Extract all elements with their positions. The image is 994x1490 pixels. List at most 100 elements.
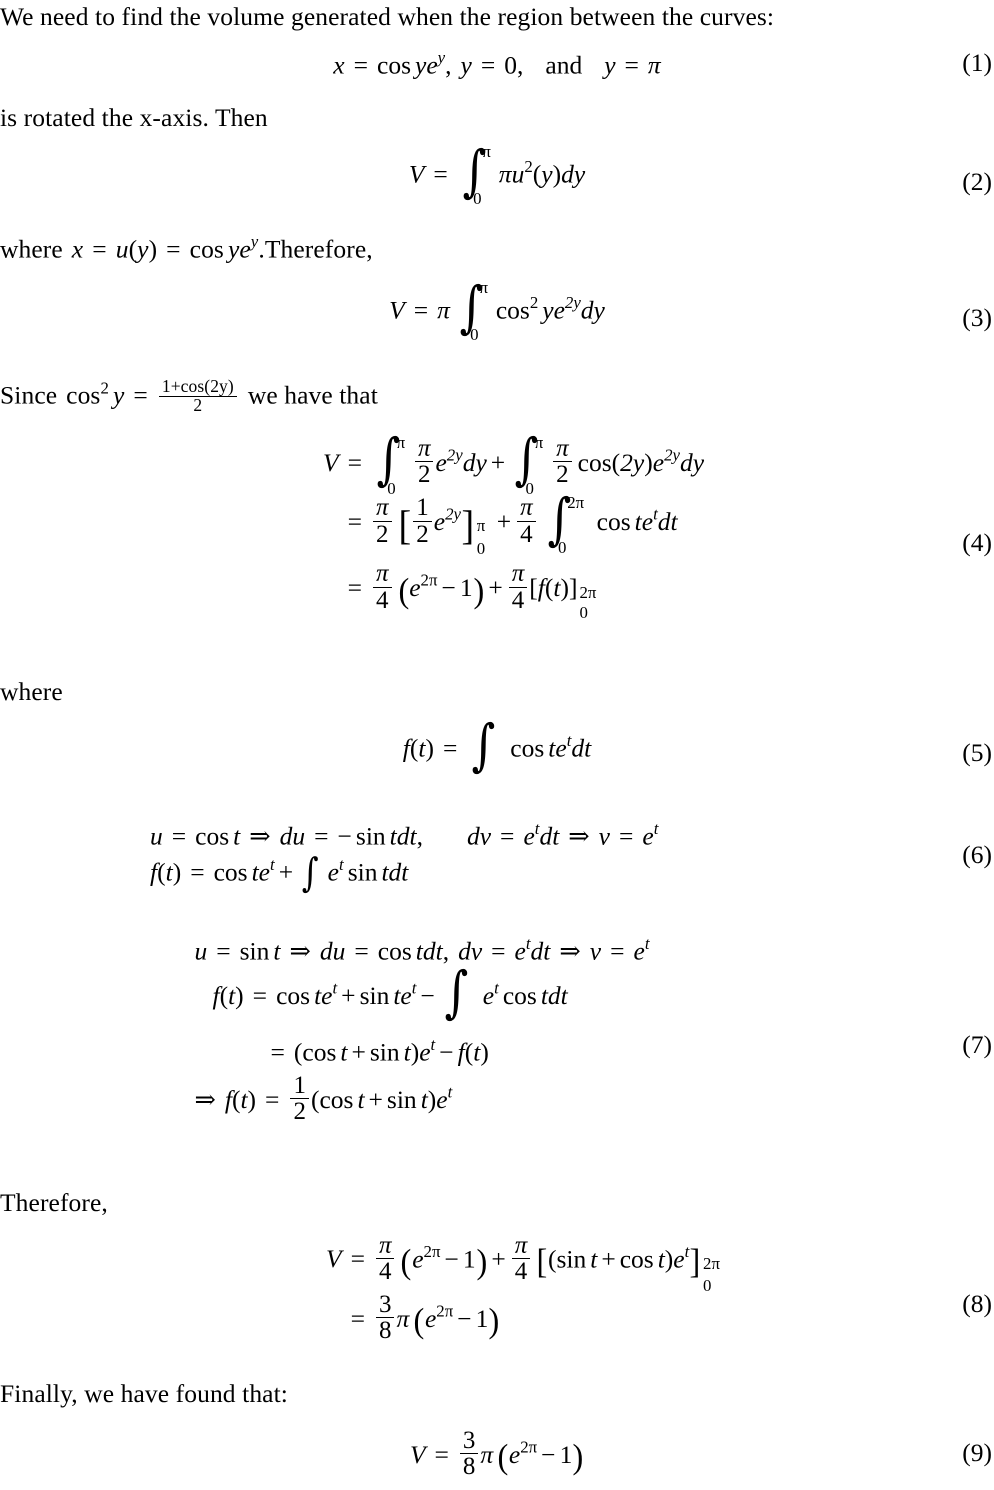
eq6-plus: + (278, 857, 294, 887)
eq6-comma: , (416, 821, 423, 851)
eq4-frac-1-2: 12 (413, 495, 432, 547)
eq8-frac-pi-4-a: π4 (375, 1232, 395, 1285)
eq8-one: 1 (462, 1244, 476, 1274)
equation-number-9: (9) (962, 1438, 992, 1467)
eq3-cos: cos (495, 295, 530, 325)
eq4-plus-1: + (490, 447, 506, 477)
eq7-e5-exp: t (494, 978, 499, 998)
eq4-e-4: e (641, 507, 654, 537)
eq4-f6-den: 4 (372, 586, 392, 613)
equation-1-body: x = cos yey, y = 0, and y = π (0, 48, 994, 80)
eq1-y1: y (415, 50, 427, 80)
eq8-sin: sin (556, 1244, 587, 1274)
eq6-t5: t (165, 857, 173, 887)
eq8-lparen-big-2: ( (413, 1301, 425, 1341)
equation-number-7: (7) (962, 1030, 992, 1059)
eq6-eq1: = (171, 821, 187, 851)
eq4-rbrack-2: ] (568, 572, 578, 602)
eq7-rp4: ) (247, 1084, 257, 1114)
eq4-dt-1: t (670, 507, 678, 537)
paragraph-finally: Finally, we have found that: (0, 1379, 288, 1409)
eq6-e4: e (327, 857, 339, 887)
eq6-eq5: = (190, 857, 205, 887)
eq4-plus-2: + (496, 507, 512, 537)
eq4-lbrack-2: [ (529, 572, 538, 602)
eq6-e4-exp: t (339, 854, 344, 874)
eq7-t11: t (403, 1037, 411, 1067)
eq8-one-2: 1 (475, 1303, 489, 1333)
eq4-frac-pi-4-c: π4 (508, 560, 528, 613)
eq2-lp: ( (532, 159, 542, 189)
eq6-v1: v (479, 821, 492, 851)
equation-row-9: V = 3 8 π (e2π −1) (9) (0, 1428, 994, 1490)
eq7-t15: t (420, 1084, 428, 1114)
eq7-eq2: = (354, 936, 369, 966)
eq6-d5: d (388, 857, 402, 887)
eq6-e3: e (258, 857, 270, 887)
intro-text: We need to find the volume generated whe… (0, 2, 775, 31)
eq3-cos-exp: 2 (529, 292, 539, 312)
eq6-u: u (150, 821, 163, 851)
eq4-f-1: f (537, 572, 545, 602)
equation-9-body: V = 3 8 π (e2π −1) (0, 1428, 994, 1480)
eq5-equals: = (442, 733, 458, 763)
eq3-upper-limit: π (479, 277, 488, 297)
eq7-f2: f (457, 1037, 465, 1067)
eq7-cos-5: cos (319, 1084, 354, 1114)
eq6-cos: cos (195, 821, 230, 851)
eq7-integral: ∫ (442, 965, 473, 1031)
equation-8-align: V = π 4 (e2π −1) + π 4 [(sin t + cos t)et] 2π 0 = 3 8 π (e2… (293, 1232, 720, 1349)
eq8-plus: + (491, 1244, 506, 1274)
eq9-one: 1 (559, 1439, 573, 1469)
eq6-eq4: = (619, 821, 634, 851)
integral-icon: ∫ (301, 849, 319, 896)
equation-row-4: V = ∫ π 0 π 2 e2ydy + ∫ π 0 π 2 cos(2y)e2ydy = π 2[1 2 e2y… (0, 432, 994, 646)
equation-number-3: (3) (962, 303, 992, 332)
paragraph-where-u: where x = u(y) = cos yey.Therefore, (0, 232, 373, 265)
eq3-equals: = (413, 295, 429, 325)
eq4-i1-dn: 0 (387, 479, 396, 499)
eq4-line-1: V = ∫ π 0 π 2 e2ydy + ∫ π 0 π 2 cos(2y)e2ydy (290, 432, 704, 498)
eq4-f6-num: π (375, 560, 389, 588)
eq7-u: u (194, 936, 208, 966)
equation-row-6: u = cos t ⇒ du = − sin tdt, dv = etdt ⇒ v = et f(t) = cos t… (0, 818, 994, 902)
eq7-e2-exp: t (644, 934, 650, 953)
eq4-integral-3: ∫ 2π 0 (545, 491, 584, 557)
eq7-v1: v (470, 936, 483, 966)
eq3-e: e (553, 295, 565, 325)
equation-row-5: f(t) = ∫ cos tetdt (5) (0, 718, 994, 796)
eq7-plus-2: + (351, 1037, 366, 1067)
whereu-e: e (239, 234, 251, 264)
eq4-t-1: t (634, 507, 642, 537)
eq7-e2: e (633, 936, 645, 966)
eq1-eq1: = (353, 50, 369, 80)
eq3-integral: ∫ π 0 (457, 278, 487, 344)
since-cos: cos (66, 380, 101, 410)
eq7-plus-3: + (368, 1084, 383, 1114)
eq6-t7: t (381, 857, 389, 887)
equation-6-align: u = cos t ⇒ du = − sin tdt, dv = etdt ⇒ v = et f(t) = cos t… (150, 818, 658, 895)
paragraph-intro: We need to find the volume generated whe… (0, 2, 774, 32)
eq6-cos-2: cos (213, 857, 248, 887)
since-tail: we have that (247, 380, 378, 410)
eq8-f1-den: 4 (375, 1258, 395, 1285)
eq4-e2-exp: 2y (664, 445, 680, 465)
eq4-lparen-big: ( (397, 570, 409, 610)
eq4-line-3: = π 4 (e2π −1) + π 4 [f(t)] 2π 0 (290, 560, 704, 622)
rotated-text: is rotated the x-axis. Then (0, 103, 268, 132)
eq2-upper-limit: π (482, 141, 491, 161)
eq1-pi: π (647, 50, 661, 80)
eq2-dy: y (573, 159, 586, 189)
since-y: y (112, 380, 125, 410)
eq1-comma1: , (445, 50, 452, 80)
eq4-d-2: d (679, 447, 693, 477)
eq4-f7-num: π (511, 560, 525, 588)
eq4-rp-1: ) (644, 447, 653, 477)
since-equals: = (133, 380, 148, 410)
equation-row-1: x = cos yey, y = 0, and y = π (1) (0, 48, 994, 90)
eq2-u: u (511, 159, 525, 189)
equation-number-5: (5) (962, 738, 992, 767)
eq7-t14: t (357, 1084, 365, 1114)
eq6-d3: d (466, 821, 480, 851)
eq7-t3: t (435, 936, 443, 966)
